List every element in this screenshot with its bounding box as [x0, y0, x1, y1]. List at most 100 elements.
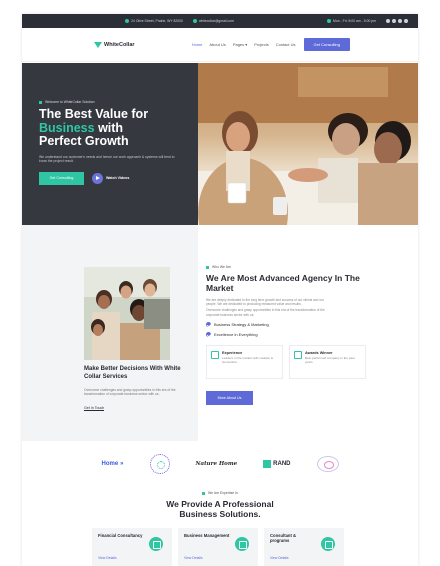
site-logo[interactable]: WhiteCollar	[94, 41, 135, 48]
brand-logo-nature-home: Nature Home	[195, 461, 238, 467]
more-about-us-button[interactable]: More About Us	[206, 390, 253, 405]
consultant-icon	[321, 537, 335, 551]
about-text-1: We are deeply dedicated to the long term…	[206, 298, 324, 307]
brand-logo-home: Home»	[102, 461, 124, 467]
service-cards: Financial Consultancy View Details Busin…	[92, 528, 344, 566]
service-title: Consultant & programs	[270, 533, 297, 544]
team-group-photo	[84, 267, 170, 360]
rand-mark-icon	[263, 460, 272, 468]
service-card-business[interactable]: Business Management View Details	[178, 528, 258, 566]
mail-icon	[192, 19, 197, 23]
brand-home-text: Home	[101, 461, 119, 467]
address-text: 24 Olive Street, Prairie, WY 82000	[131, 19, 183, 23]
watch-videos-button[interactable]: Watch Videos	[92, 172, 130, 184]
expertise-title-line2: Business Solutions.	[179, 509, 261, 519]
awards-box: Awards Winner Best performed company in …	[289, 344, 366, 379]
checklist-item: Excellence in Everything	[206, 331, 366, 337]
hero-title-line1: The Best Value for	[39, 107, 149, 121]
service-card-financial[interactable]: Financial Consultancy View Details	[92, 528, 172, 566]
awards-description: Best performed company in the past years…	[305, 355, 355, 364]
about-title: We Are Most Advanced Agency In The Marke…	[206, 273, 360, 293]
topbar-right: Mon - Fri: 8:00 am - 5:00 pm	[327, 19, 408, 23]
service-card-consultant[interactable]: Consultant & programs View Details	[264, 528, 344, 566]
hero-title-line3: Perfect Growth	[39, 134, 129, 148]
website-page: 24 Olive Street, Prairie, WY 82000 white…	[22, 14, 418, 566]
view-details-link[interactable]: View Details	[184, 556, 203, 560]
awards-title: Awards Winner	[305, 350, 333, 355]
hero-title-line2: with	[94, 120, 124, 135]
expertise-title-line1: We Provide A Professional	[166, 499, 274, 509]
nav-link-home[interactable]: Home	[192, 42, 203, 47]
checklist-item-label: Business Strategy & Marketing	[214, 321, 269, 327]
about-text-2: Overcome challenges and grasp opportunit…	[206, 308, 325, 317]
feature-checklist: Business Strategy & Marketing Excellence…	[206, 321, 366, 337]
hero-actions: Get Consulting Watch Videos	[39, 171, 198, 185]
email-text[interactable]: whitecollar@gmail.com	[199, 19, 234, 23]
about-card-title: Make Better Decisions With White Collar …	[84, 366, 181, 380]
nav-link-pages[interactable]: Pages ▾	[233, 42, 247, 47]
topbar-contacts: 24 Olive Street, Prairie, WY 82000 white…	[32, 19, 327, 23]
twitter-icon[interactable]	[398, 19, 402, 23]
service-title: Business Management	[184, 533, 230, 538]
brand-home-accent: »	[120, 461, 124, 467]
experience-icon	[211, 350, 219, 359]
logo-text: WhiteCollar	[104, 41, 135, 48]
watch-videos-label: Watch Videos	[106, 176, 130, 181]
checklist-item-label: Excellence in Everything	[214, 331, 258, 337]
clock-icon	[327, 19, 332, 23]
top-info-bar: 24 Olive Street, Prairie, WY 82000 white…	[22, 14, 418, 28]
pinterest-icon[interactable]	[392, 19, 396, 23]
nav-link-about[interactable]: About Us	[209, 42, 225, 47]
service-title: Financial Consultancy	[98, 533, 143, 538]
check-circle-icon	[206, 321, 211, 327]
check-circle-icon	[206, 331, 211, 337]
experience-description: Leaders in the market with creative & su…	[222, 355, 273, 364]
brand-logo-dots	[149, 454, 170, 474]
about-content: Who We Are We Are Most Advanced Agency I…	[206, 265, 366, 405]
facebook-icon[interactable]	[404, 19, 408, 23]
location-icon	[125, 19, 130, 23]
hero-image	[198, 63, 418, 225]
view-details-link[interactable]: View Details	[98, 556, 117, 560]
about-card-description: Overcome challenges and grasp opportunit…	[84, 388, 176, 397]
brand-logo-rand: RAND	[263, 460, 291, 468]
get-consulting-nav-button[interactable]: Get Consulting	[303, 38, 350, 51]
management-icon	[235, 537, 249, 551]
feature-boxes: Experience Leaders in the market with cr…	[206, 344, 366, 379]
about-tagline: Who We Are	[206, 265, 366, 269]
get-consulting-button[interactable]: Get Consulting	[39, 171, 84, 185]
view-details-link[interactable]: View Details	[270, 556, 289, 560]
experience-box: Experience Leaders in the market with cr…	[206, 344, 283, 379]
nav-link-projects[interactable]: Projects	[254, 42, 268, 47]
business-handshake-photo	[198, 63, 418, 225]
about-section: Make Better Decisions With White Collar …	[22, 225, 418, 441]
hero-description: We understand our customer's needs and h…	[39, 154, 175, 164]
logo-mark-icon	[94, 41, 102, 48]
experience-title: Experience	[222, 350, 243, 355]
checklist-item: Business Strategy & Marketing	[206, 321, 366, 327]
instagram-icon[interactable]	[386, 19, 390, 23]
nav-link-contact[interactable]: Contact Us	[276, 42, 296, 47]
finance-icon	[149, 537, 163, 551]
expertise-tag-text: We Are Expertise In	[202, 491, 238, 495]
topbar-email[interactable]: whitecollar@gmail.com	[192, 19, 234, 23]
main-navigation: WhiteCollar Home About Us Pages ▾ Projec…	[22, 28, 418, 62]
hours-text: Mon - Fri: 8:00 am - 5:00 pm	[333, 19, 376, 23]
expertise-tagline: We Are Expertise In	[22, 491, 418, 495]
get-in-touch-link[interactable]: Get In Touch	[84, 406, 105, 411]
expertise-title: We Provide A Professional Business Solut…	[22, 499, 418, 519]
hero-content: Welcome to WhiteCollar Solution The Best…	[22, 63, 198, 225]
social-links	[386, 19, 408, 23]
topbar-hours: Mon - Fri: 8:00 am - 5:00 pm	[327, 19, 376, 23]
brand-rand-text: RAND	[273, 461, 291, 467]
team-image	[84, 267, 170, 360]
hero-title: The Best Value for Business with Perfect…	[39, 107, 189, 149]
topbar-address: 24 Olive Street, Prairie, WY 82000	[125, 19, 183, 23]
nav-links: Home About Us Pages ▾ Projects Contact U…	[192, 42, 296, 47]
play-icon[interactable]	[92, 172, 103, 184]
hero-title-accent: Business	[39, 120, 95, 135]
brand-logo-circle	[316, 456, 339, 472]
award-icon	[294, 350, 302, 359]
client-logos: Home» Nature Home RAND	[22, 450, 418, 478]
hero-tagline: Welcome to WhiteCollar Solution	[39, 100, 198, 104]
